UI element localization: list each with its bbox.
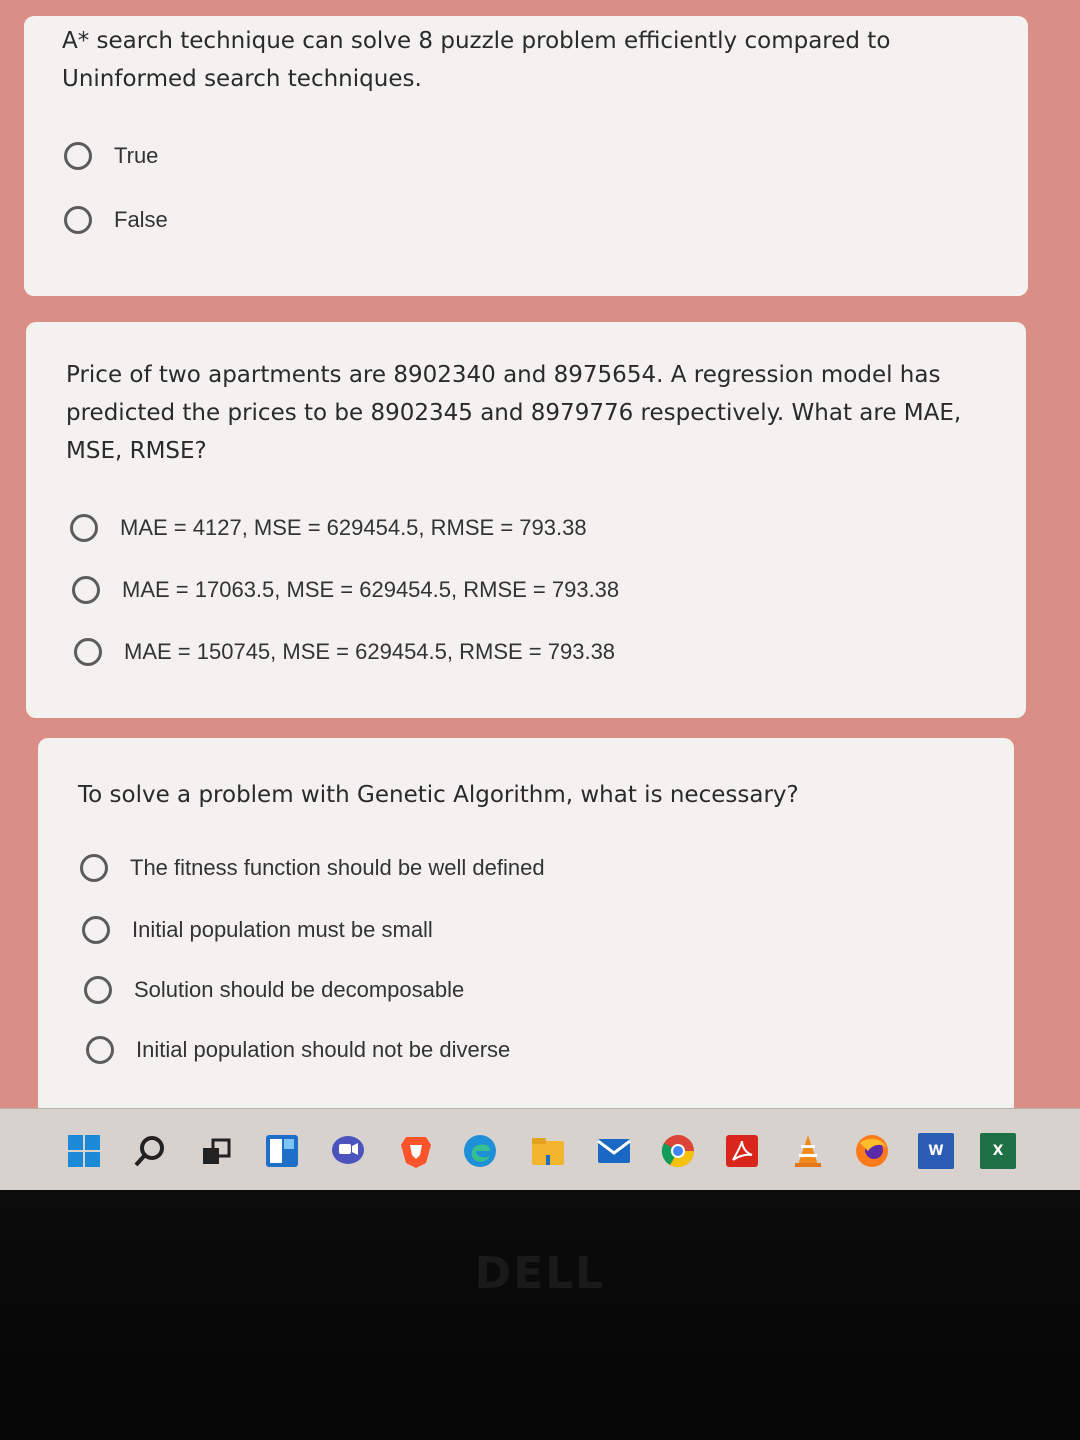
radio-button[interactable] (86, 1036, 114, 1064)
question-text: Price of two apartments are 8902340 and … (66, 362, 962, 464)
dell-logo: DELL (474, 1248, 606, 1299)
option-label: The fitness function should be well defi… (130, 855, 545, 880)
file-explorer-icon[interactable] (530, 1133, 566, 1169)
option-label: False (114, 207, 168, 232)
radio-button[interactable] (64, 142, 92, 170)
task-view-icon[interactable] (198, 1133, 234, 1169)
answer-option-2[interactable]: Initial population must be small (82, 916, 433, 944)
question-card-1: A* search technique can solve 8 puzzle p… (24, 16, 1028, 296)
radio-button[interactable] (82, 916, 110, 944)
answer-option-1[interactable]: MAE = 4127, MSE = 629454.5, RMSE = 793.3… (70, 514, 587, 542)
option-label: MAE = 150745, MSE = 629454.5, RMSE = 793… (124, 639, 616, 664)
option-label: Initial population should not be diverse (136, 1037, 511, 1062)
answer-option-false[interactable]: False (64, 206, 168, 234)
radio-button[interactable] (80, 854, 108, 882)
answer-option-3[interactable]: Solution should be decomposable (84, 976, 464, 1004)
mail-icon[interactable] (596, 1133, 632, 1169)
answer-option-3[interactable]: MAE = 150745, MSE = 629454.5, RMSE = 793… (74, 638, 615, 666)
radio-button[interactable] (70, 514, 98, 542)
firefox-browser-icon[interactable] (854, 1133, 890, 1169)
excel-icon[interactable]: X (980, 1133, 1016, 1169)
option-label: Solution should be decomposable (134, 977, 465, 1002)
word-icon[interactable]: W (918, 1133, 954, 1169)
windows-start-icon[interactable] (66, 1133, 102, 1169)
acrobat-reader-icon[interactable] (724, 1133, 760, 1169)
vlc-player-icon[interactable] (790, 1133, 826, 1169)
question-text: A* search technique can solve 8 puzzle p… (62, 28, 891, 92)
excel-letter: X (992, 1143, 1004, 1159)
brave-browser-icon[interactable] (398, 1133, 434, 1169)
question-text: To solve a problem with Genetic Algorith… (78, 782, 799, 808)
answer-option-4[interactable]: Initial population should not be diverse (86, 1036, 510, 1064)
radio-button[interactable] (74, 638, 102, 666)
chat-icon[interactable] (330, 1133, 366, 1169)
question-card-3: To solve a problem with Genetic Algorith… (38, 738, 1014, 1116)
taskbar: W X (0, 1108, 1080, 1193)
search-icon[interactable] (132, 1133, 168, 1169)
answer-option-true[interactable]: True (64, 142, 158, 170)
radio-button[interactable] (84, 976, 112, 1004)
option-label: True (114, 143, 159, 168)
widgets-icon[interactable] (264, 1133, 300, 1169)
question-card-2: Price of two apartments are 8902340 and … (26, 322, 1026, 718)
laptop-bezel: DELL (0, 1190, 1080, 1440)
option-label: MAE = 4127, MSE = 629454.5, RMSE = 793.3… (120, 515, 587, 540)
option-label: Initial population must be small (132, 917, 433, 942)
chrome-browser-icon[interactable] (660, 1133, 696, 1169)
word-letter: W (928, 1143, 944, 1159)
answer-option-1[interactable]: The fitness function should be well defi… (80, 854, 545, 882)
option-label: MAE = 17063.5, MSE = 629454.5, RMSE = 79… (122, 577, 620, 602)
edge-browser-icon[interactable] (462, 1133, 498, 1169)
radio-button[interactable] (64, 206, 92, 234)
radio-button[interactable] (72, 576, 100, 604)
answer-option-2[interactable]: MAE = 17063.5, MSE = 629454.5, RMSE = 79… (72, 576, 619, 604)
